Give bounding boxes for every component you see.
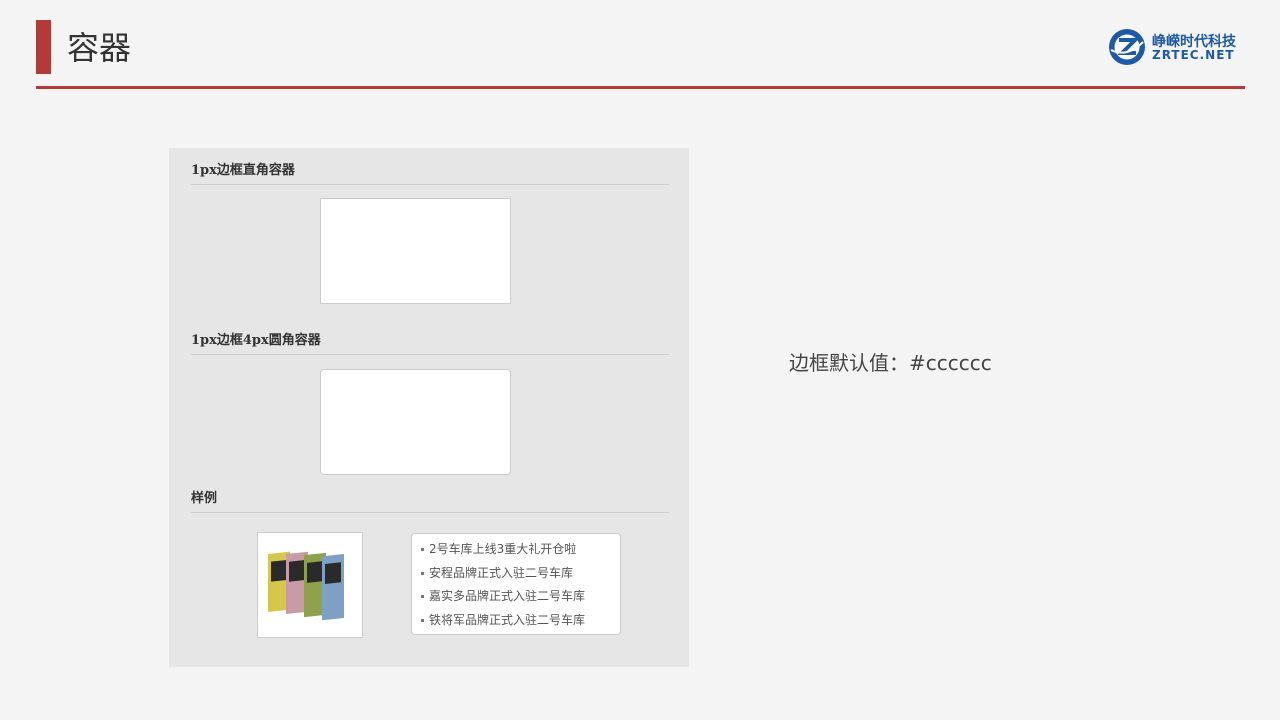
section-heading-example: 样例 (191, 487, 669, 513)
title-accent-bar (36, 20, 51, 74)
slide-title: 容器 (67, 29, 132, 67)
title-divider (36, 86, 1245, 89)
list-item[interactable]: 安程品牌正式入驻二号车库 (421, 562, 620, 586)
list-item[interactable]: 嘉实多品牌正式入驻二号车库 (421, 585, 620, 609)
square-container-sample (320, 198, 511, 304)
product-packages-image (268, 551, 344, 621)
section-heading-square: 1px边框直角容器 (191, 159, 669, 185)
list-item[interactable]: 铁将军品牌正式入驻二号车库 (421, 609, 620, 633)
border-default-note: 边框默认值：#cccccc (789, 351, 992, 375)
list-item[interactable]: 2号车库上线3重大礼开仓啦 (421, 538, 620, 562)
rounded-container-sample (320, 369, 511, 475)
company-logo: 峥嵘时代科技 ZRTEC.NET (1108, 28, 1248, 68)
container-demo-panel: 1px边框直角容器 1px边框4px圆角容器 样例 2号车库上线3重大礼开仓啦 … (169, 148, 689, 667)
news-list-box: 2号车库上线3重大礼开仓啦 安程品牌正式入驻二号车库 嘉实多品牌正式入驻二号车库… (411, 533, 621, 635)
section-heading-rounded: 1px边框4px圆角容器 (191, 329, 669, 355)
logo-english-text: ZRTEC.NET (1152, 48, 1235, 62)
product-image-box (257, 532, 363, 638)
logo-mark-icon (1109, 29, 1145, 65)
